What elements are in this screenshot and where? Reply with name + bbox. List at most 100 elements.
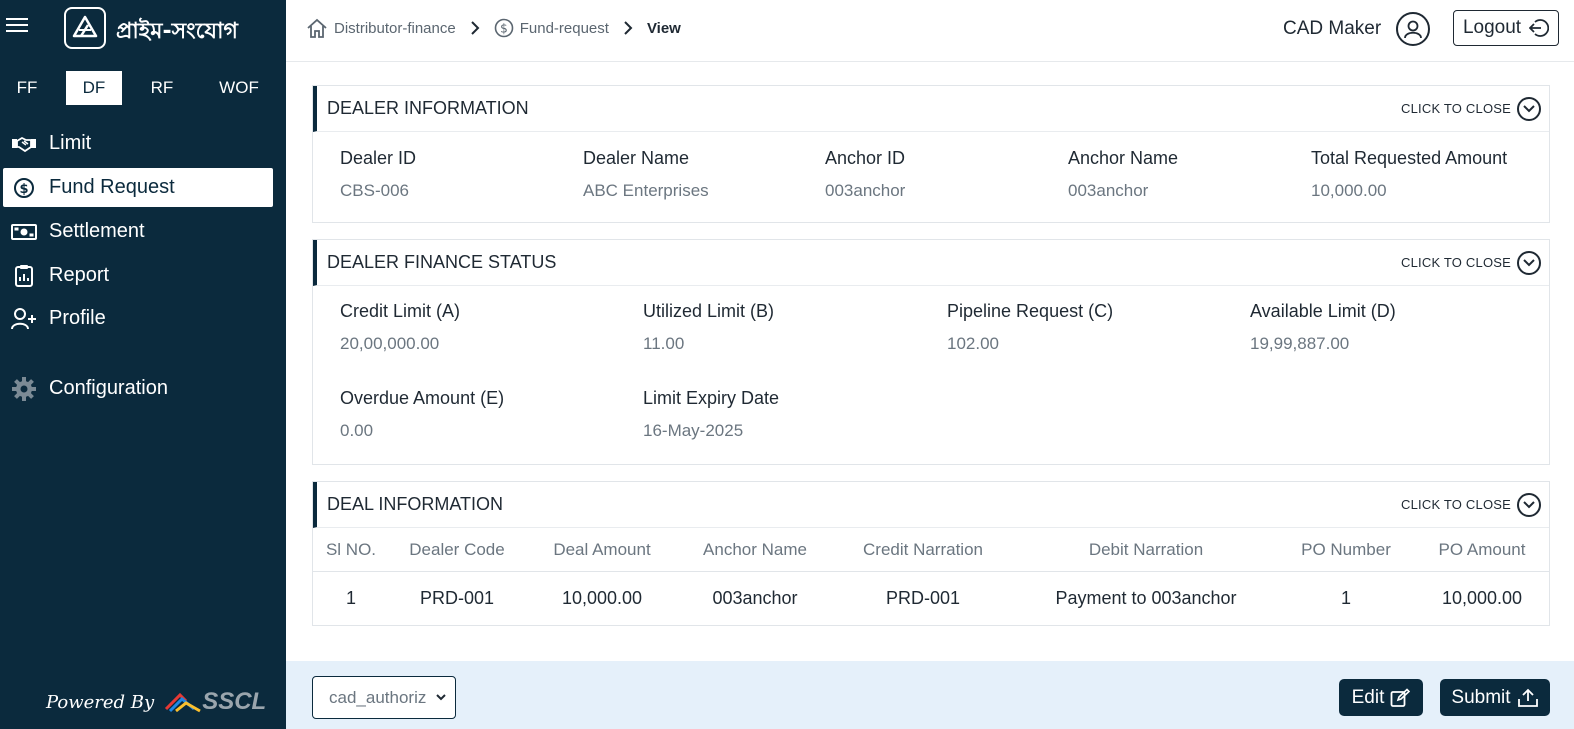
field-label: Dealer ID bbox=[340, 148, 417, 168]
gear-icon bbox=[11, 376, 37, 402]
powered-by-label: Powered By bbox=[46, 691, 155, 713]
card-title: DEALER INFORMATION bbox=[327, 98, 529, 118]
field-label: Anchor ID bbox=[825, 148, 906, 168]
svg-text:$: $ bbox=[500, 22, 508, 36]
module-tabs: FF DF RF WOF bbox=[0, 71, 286, 105]
sidebar-item-limit[interactable]: Limit bbox=[3, 124, 273, 163]
field-label: Available Limit (D) bbox=[1250, 301, 1396, 321]
chevron-down-icon bbox=[1517, 492, 1541, 517]
table-cell: 003anchor bbox=[712, 588, 798, 608]
tab-ff[interactable]: FF bbox=[6, 71, 48, 105]
user-plus-icon bbox=[11, 306, 37, 332]
collapse-label: CLICK TO CLOSE bbox=[1401, 255, 1511, 270]
sidebar-item-label: Settlement bbox=[49, 220, 145, 242]
card-header: DEAL INFORMATION CLICK TO CLOSE bbox=[313, 482, 1549, 528]
sscl-logo-icon bbox=[165, 692, 201, 713]
table-cell: 1 bbox=[345, 588, 356, 608]
sidebar-item-label: Fund Request bbox=[49, 176, 175, 198]
breadcrumb-label: Distributor-finance bbox=[334, 19, 456, 37]
submit-button[interactable]: Submit bbox=[1440, 679, 1550, 716]
powered-by: Powered By SSCL bbox=[46, 688, 266, 716]
home-icon bbox=[307, 18, 327, 38]
edit-label: Edit bbox=[1351, 686, 1385, 708]
field-credit-limit: Credit Limit (A) 20,00,000.00 bbox=[340, 301, 460, 354]
card-header: DEALER INFORMATION CLICK TO CLOSE bbox=[313, 86, 1549, 132]
collapse-toggle[interactable]: CLICK TO CLOSE bbox=[1401, 492, 1541, 517]
sscl-logo-text: SSCL bbox=[202, 688, 267, 715]
card-header: DEALER FINANCE STATUS CLICK TO CLOSE bbox=[313, 240, 1549, 286]
field-value: CBS-006 bbox=[340, 181, 409, 200]
tab-rf[interactable]: RF bbox=[140, 71, 184, 105]
collapse-toggle[interactable]: CLICK TO CLOSE bbox=[1401, 96, 1541, 121]
field-label: Anchor Name bbox=[1068, 148, 1179, 168]
top-header: Distributor-finance $ Fund-request View … bbox=[286, 0, 1574, 62]
table-header: Sl NO. Dealer Code Deal Amount Anchor Na… bbox=[313, 528, 1549, 572]
card-title: DEALER FINANCE STATUS bbox=[327, 252, 557, 272]
field-limit-expiry-date: Limit Expiry Date 16-May-2025 bbox=[643, 388, 779, 441]
field-utilized-limit: Utilized Limit (B) 11.00 bbox=[643, 301, 774, 354]
edit-icon bbox=[1390, 687, 1411, 707]
field-value: 0.00 bbox=[340, 421, 374, 440]
table-cell: Payment to 003anchor bbox=[1055, 588, 1237, 608]
hamburger-menu-icon[interactable] bbox=[6, 18, 28, 38]
card-title: DEAL INFORMATION bbox=[327, 494, 504, 514]
collapse-label: CLICK TO CLOSE bbox=[1401, 101, 1511, 116]
logout-label: Logout bbox=[1462, 17, 1522, 38]
tab-wof[interactable]: WOF bbox=[212, 71, 266, 105]
action-bar: cad_authoriz Edit Submit bbox=[286, 661, 1574, 729]
field-value: 19,99,887.00 bbox=[1250, 334, 1350, 353]
deal-information-card: DEAL INFORMATION CLICK TO CLOSE Sl NO. D… bbox=[312, 481, 1550, 626]
user-avatar-icon[interactable] bbox=[1396, 12, 1430, 46]
breadcrumb-view: View bbox=[647, 20, 681, 37]
sscl-logo: SSCL bbox=[164, 688, 266, 716]
table-cell: 10,000.00 bbox=[1441, 588, 1523, 608]
upload-icon bbox=[1517, 688, 1538, 707]
sidebar-item-report[interactable]: Report bbox=[3, 256, 273, 295]
sidebar-item-profile[interactable]: Profile bbox=[3, 299, 273, 338]
sidebar-item-label: Profile bbox=[49, 307, 106, 329]
chevron-down-icon bbox=[1517, 96, 1541, 121]
sidebar: প্রাইম-সংযোগ FF DF RF WOF Limit $ Fund R… bbox=[0, 0, 286, 729]
sidebar-item-settlement[interactable]: Settlement bbox=[3, 212, 273, 251]
field-label: Overdue Amount (E) bbox=[340, 388, 505, 408]
breadcrumb: Distributor-finance $ Fund-request View bbox=[306, 17, 681, 39]
sidebar-item-fund-request[interactable]: $ Fund Request bbox=[3, 168, 273, 207]
field-value: ABC Enterprises bbox=[583, 181, 709, 200]
table-cell: PRD-001 bbox=[885, 588, 961, 608]
field-pipeline-request: Pipeline Request (C) 102.00 bbox=[947, 301, 1113, 354]
column-header-anchor-name: Anchor Name bbox=[703, 540, 807, 559]
collapse-label: CLICK TO CLOSE bbox=[1401, 497, 1511, 512]
tab-df[interactable]: DF bbox=[66, 71, 122, 105]
clipboard-icon bbox=[11, 263, 37, 289]
breadcrumb-label: Fund-request bbox=[519, 19, 609, 37]
table-cell: 10,000.00 bbox=[561, 588, 643, 608]
sidebar-item-label: Configuration bbox=[49, 377, 168, 399]
field-label: Utilized Limit (B) bbox=[643, 301, 775, 321]
field-anchor-name: Anchor Name 003anchor bbox=[1068, 148, 1178, 201]
column-header-deal-amount: Deal Amount bbox=[553, 540, 651, 559]
field-overdue-amount: Overdue Amount (E) 0.00 bbox=[340, 388, 504, 441]
table-cell: 1 bbox=[1340, 588, 1351, 608]
logout-button[interactable]: Logout bbox=[1453, 10, 1559, 46]
breadcrumb-distributor-finance[interactable]: Distributor-finance bbox=[306, 17, 456, 39]
svg-text:$: $ bbox=[19, 182, 28, 197]
dollar-circle-icon: $ bbox=[494, 18, 514, 38]
breadcrumb-fund-request[interactable]: $ Fund-request bbox=[494, 18, 609, 38]
cash-icon bbox=[11, 219, 37, 245]
handshake-icon bbox=[11, 131, 37, 157]
chevron-right-icon bbox=[470, 20, 480, 36]
collapse-toggle[interactable]: CLICK TO CLOSE bbox=[1401, 250, 1541, 275]
column-header-po-number: PO Number bbox=[1301, 540, 1391, 559]
column-header-credit-narration: Credit Narration bbox=[863, 540, 983, 559]
field-available-limit: Available Limit (D) 19,99,887.00 bbox=[1250, 301, 1396, 354]
field-label: Pipeline Request (C) bbox=[947, 301, 1114, 321]
user-name: CAD Maker bbox=[1283, 18, 1382, 39]
sidebar-item-configuration[interactable]: Configuration bbox=[3, 369, 273, 408]
field-label: Limit Expiry Date bbox=[643, 388, 780, 408]
role-select[interactable]: cad_authoriz bbox=[312, 676, 456, 719]
edit-button[interactable]: Edit bbox=[1339, 679, 1423, 716]
field-value: 16-May-2025 bbox=[643, 421, 744, 440]
chevron-down-icon bbox=[435, 689, 447, 712]
field-dealer-name: Dealer Name ABC Enterprises bbox=[583, 148, 709, 201]
field-anchor-id: Anchor ID 003anchor bbox=[825, 148, 905, 201]
